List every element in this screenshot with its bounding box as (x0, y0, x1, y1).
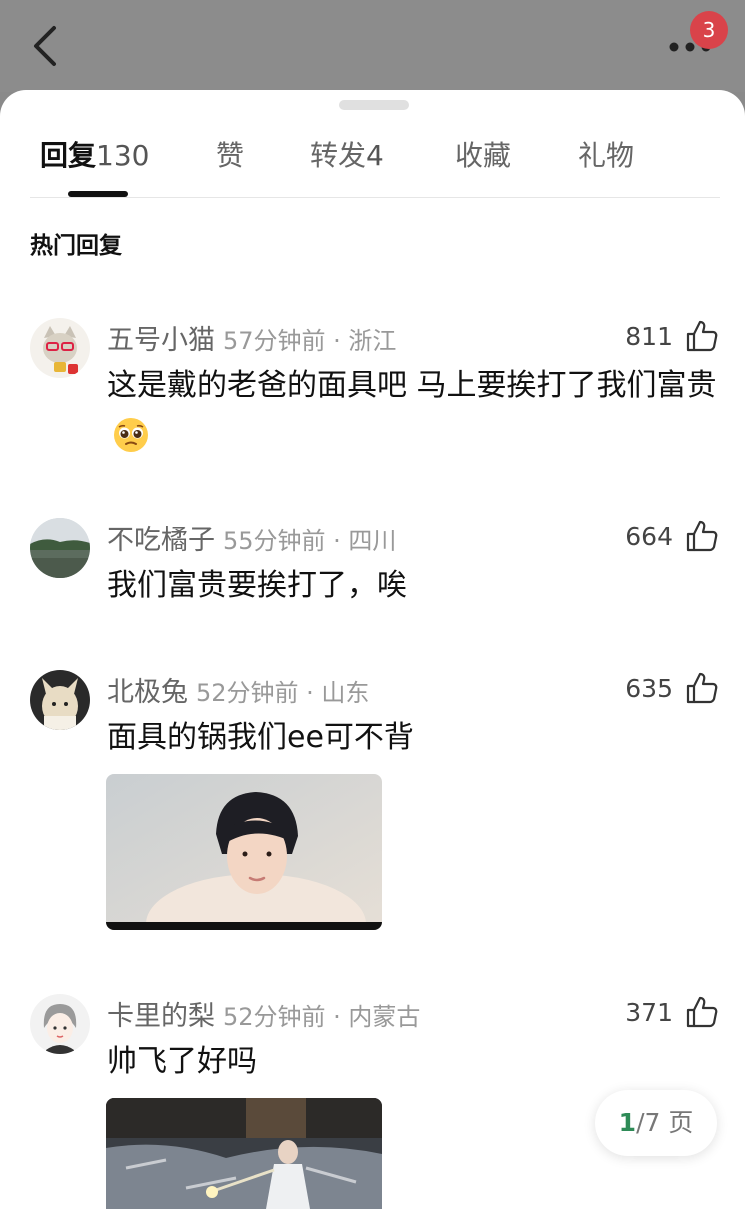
username[interactable]: 不吃橘子 (107, 525, 215, 556)
thumbs-up-icon (686, 320, 718, 352)
comment-text: 帅飞了好吗 (107, 1044, 257, 1079)
tab-likes-label: 赞 (216, 139, 245, 172)
section-title: 热门回复 (30, 233, 122, 259)
top-bar: 3 (0, 0, 745, 92)
like-button[interactable]: 664 (625, 518, 719, 554)
comment-meta: 52分钟前 · 山东 (196, 679, 370, 707)
tab-favorites[interactable]: 收藏 (455, 136, 511, 176)
like-button[interactable]: 371 (625, 994, 719, 1030)
like-button[interactable]: 811 (625, 318, 719, 354)
thumbs-up-icon (686, 672, 718, 704)
comment-meta: 52分钟前 · 内蒙古 (223, 1003, 421, 1031)
avatar[interactable] (30, 994, 90, 1054)
comment-author[interactable]: 北极兔 52分钟前 · 山东 (107, 670, 369, 709)
thumbs-up-icon (686, 996, 718, 1028)
username[interactable]: 卡里的梨 (107, 1001, 215, 1032)
tab-likes[interactable]: 赞 (216, 136, 244, 176)
sheet-drag-handle[interactable] (339, 100, 409, 110)
username[interactable]: 北极兔 (107, 677, 188, 708)
comment-body: 这是戴的老爸的面具吧 马上要挨打了我们富贵 (107, 368, 717, 403)
chevron-left-icon (34, 26, 56, 66)
pleading-face-icon (114, 417, 148, 452)
avatar[interactable] (30, 518, 90, 578)
comment-text: 面具的锅我们ee可不背 (107, 720, 414, 755)
like-count: 811 (625, 321, 673, 351)
thumbs-up-icon (686, 520, 718, 552)
notification-badge: 3 (690, 11, 728, 49)
like-count: 664 (625, 521, 673, 551)
back-button[interactable] (26, 22, 66, 70)
like-count: 371 (625, 997, 673, 1027)
comment-author[interactable]: 不吃橘子 55分钟前 · 四川 (107, 518, 396, 557)
tab-replies-label: 回复 (40, 139, 97, 172)
username[interactable]: 五号小猫 (107, 325, 215, 356)
tab-replies[interactable]: 回复130 (40, 136, 149, 176)
avatar[interactable] (30, 670, 90, 730)
like-button[interactable]: 635 (625, 670, 719, 706)
comment-text: 我们富贵要挨打了，唉 (107, 568, 407, 603)
tab-reposts-count: 4 (366, 139, 384, 172)
comment-author[interactable]: 五号小猫 57分钟前 · 浙江 (107, 318, 396, 357)
tab-reposts-label: 转发 (310, 139, 367, 172)
comment-meta: 57分钟前 · 浙江 (223, 327, 397, 355)
tab-replies-count: 130 (96, 139, 150, 172)
page-indicator[interactable]: 1/7 页 (595, 1090, 717, 1156)
replies-sheet: 回复130 赞 转发4 收藏 礼物 热门回复 五号小猫 57分钟前 · 浙江 81… (0, 90, 745, 1209)
like-count: 635 (625, 673, 673, 703)
comment-text: 这是戴的老爸的面具吧 马上要挨打了我们富贵 (107, 362, 717, 458)
tabs-divider (30, 197, 720, 198)
comment-meta: 55分钟前 · 四川 (223, 527, 397, 555)
tab-gifts[interactable]: 礼物 (578, 136, 634, 176)
tab-favorites-label: 收藏 (455, 139, 512, 172)
total-pages: /7 页 (636, 1108, 694, 1137)
avatar[interactable] (30, 318, 90, 378)
tab-gifts-label: 礼物 (578, 139, 635, 172)
current-page: 1 (618, 1108, 637, 1137)
comment-image[interactable] (106, 774, 382, 930)
comment-image[interactable] (106, 1098, 382, 1209)
comment-author[interactable]: 卡里的梨 52分钟前 · 内蒙古 (107, 994, 420, 1033)
tab-reposts[interactable]: 转发4 (310, 136, 384, 176)
